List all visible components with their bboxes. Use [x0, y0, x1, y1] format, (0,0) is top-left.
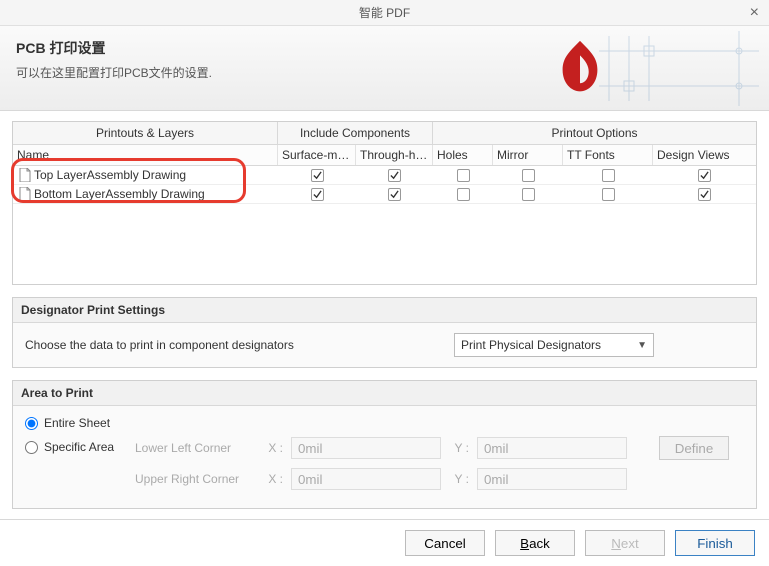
define-button[interactable]: Define	[659, 436, 729, 460]
area-section: Area to Print Entire Sheet Specific Area…	[12, 380, 757, 509]
printouts-table: Printouts & Layers Include Components Pr…	[12, 121, 757, 285]
designator-label: Choose the data to print in component de…	[25, 338, 294, 352]
close-icon[interactable]: ×	[750, 4, 759, 22]
table-row[interactable]: Bottom LayerAssembly Drawing	[13, 185, 756, 204]
y-label: Y :	[449, 472, 469, 486]
designator-header: Designator Print Settings	[13, 298, 756, 323]
col-group-include: Include Components	[278, 122, 433, 144]
lower-left-y-input[interactable]	[477, 437, 627, 459]
chevron-down-icon: ▼	[637, 340, 647, 351]
col-design[interactable]: Design Views	[653, 145, 756, 165]
table-row[interactable]: Top LayerAssembly Drawing	[13, 166, 756, 185]
chk-mirror[interactable]	[522, 188, 535, 201]
col-name[interactable]: Name	[13, 145, 278, 165]
col-ttfonts[interactable]: TT Fonts	[563, 145, 653, 165]
designator-section: Designator Print Settings Choose the dat…	[12, 297, 757, 368]
chk-holes[interactable]	[457, 188, 470, 201]
page-icon	[19, 187, 31, 201]
back-button[interactable]: Back	[495, 530, 575, 556]
chk-through[interactable]	[388, 188, 401, 201]
col-surface[interactable]: Surface-mo…	[278, 145, 356, 165]
radio-entire-label: Entire Sheet	[44, 416, 110, 430]
designator-dropdown[interactable]: Print Physical Designators ▼	[454, 333, 654, 357]
row-name: Top LayerAssembly Drawing	[34, 168, 186, 182]
header-banner: PCB 打印设置 可以在这里配置打印PCB文件的设置.	[0, 26, 769, 111]
radio-entire-sheet[interactable]: Entire Sheet	[25, 416, 744, 430]
upper-right-x-input[interactable]	[291, 468, 441, 490]
lower-left-x-input[interactable]	[291, 437, 441, 459]
banner-decoration	[589, 26, 769, 111]
finish-button[interactable]: Finish	[675, 530, 755, 556]
footer: Cancel Back Next Finish	[0, 519, 769, 566]
page-icon	[19, 168, 31, 182]
col-mirror[interactable]: Mirror	[493, 145, 563, 165]
chk-through[interactable]	[388, 169, 401, 182]
chk-holes[interactable]	[457, 169, 470, 182]
x-label: X :	[263, 472, 283, 486]
row-name: Bottom LayerAssembly Drawing	[34, 187, 205, 201]
chk-surface[interactable]	[311, 169, 324, 182]
titlebar: 智能 PDF ×	[0, 0, 769, 26]
window-title: 智能 PDF	[359, 4, 410, 21]
chk-ttfonts[interactable]	[602, 188, 615, 201]
upper-right-label: Upper Right Corner	[135, 472, 255, 486]
chk-surface[interactable]	[311, 188, 324, 201]
area-header: Area to Print	[13, 381, 756, 406]
x-label: X :	[263, 441, 283, 455]
radio-specific-input[interactable]	[25, 441, 38, 454]
y-label: Y :	[449, 441, 469, 455]
cancel-button[interactable]: Cancel	[405, 530, 485, 556]
upper-right-y-input[interactable]	[477, 468, 627, 490]
next-button[interactable]: Next	[585, 530, 665, 556]
col-group-options: Printout Options	[433, 122, 756, 144]
chk-mirror[interactable]	[522, 169, 535, 182]
lower-left-label: Lower Left Corner	[135, 441, 255, 455]
col-holes[interactable]: Holes	[433, 145, 493, 165]
designator-selected: Print Physical Designators	[461, 338, 601, 352]
radio-entire-input[interactable]	[25, 417, 38, 430]
radio-specific-label: Specific Area	[44, 440, 114, 454]
table-empty-area	[13, 204, 756, 284]
chk-design[interactable]	[698, 188, 711, 201]
col-group-printouts: Printouts & Layers	[13, 122, 278, 144]
chk-design[interactable]	[698, 169, 711, 182]
col-through[interactable]: Through-hole	[356, 145, 433, 165]
chk-ttfonts[interactable]	[602, 169, 615, 182]
